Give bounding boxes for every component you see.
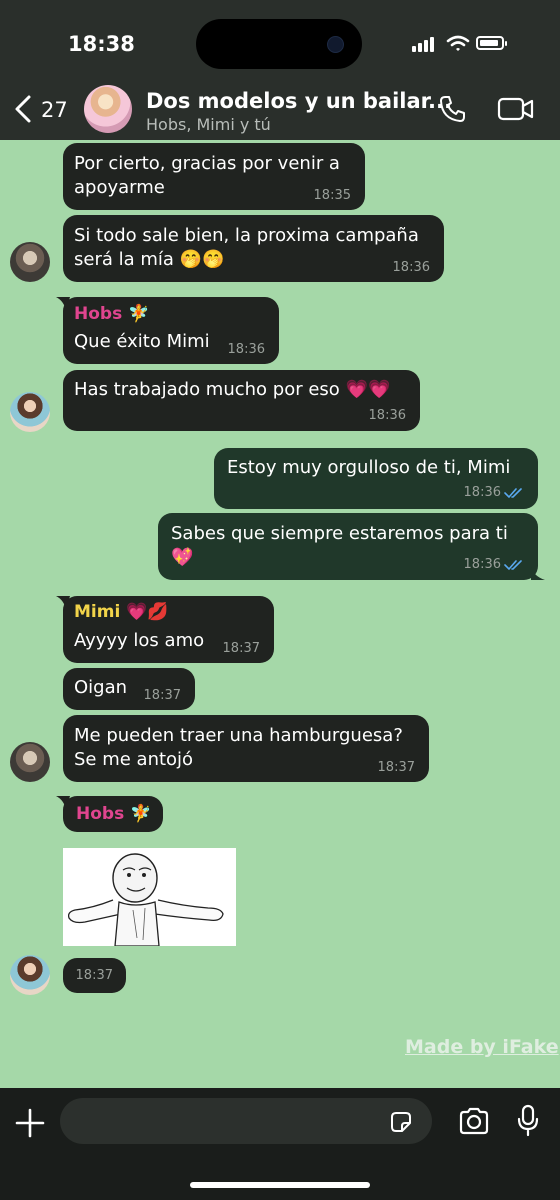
chat-participants[interactable]: Hobs, Mimi y tú: [146, 115, 271, 134]
sticker-icon[interactable]: [389, 1110, 413, 1134]
back-chevron-icon[interactable]: [13, 94, 33, 124]
bubble-tail: [531, 566, 545, 580]
message-text: será la mía 🤭🤭: [74, 249, 225, 270]
avatar[interactable]: [10, 955, 50, 995]
phone-call-icon[interactable]: [438, 94, 468, 124]
sender-name[interactable]: Mimi 💗💋: [74, 601, 169, 623]
signal-icon: [412, 36, 438, 52]
wifi-icon: [446, 35, 470, 51]
avatar[interactable]: [10, 742, 50, 782]
status-bar: 18:38: [0, 0, 560, 80]
plus-icon[interactable]: [15, 1108, 45, 1138]
message-text: Me pueden traer una hamburguesa?: [74, 725, 403, 746]
message-text: Se me antojó: [74, 749, 194, 770]
message-text: Por cierto, gracias por venir a: [74, 153, 340, 174]
message-time-text: 18:36: [463, 485, 501, 500]
chat-title[interactable]: Dos modelos y un bailar...: [146, 89, 452, 113]
message-bubble-incoming[interactable]: Si todo sale bien, la proxima campaña se…: [63, 215, 444, 282]
avatar[interactable]: [10, 392, 50, 432]
message-text: Estoy muy orgulloso de ti, Mimi: [227, 457, 511, 478]
microphone-icon[interactable]: [516, 1104, 540, 1138]
message-text: Si todo sale bien, la proxima campaña: [74, 225, 419, 246]
message-bubble-incoming[interactable]: 18:37: [63, 958, 126, 993]
watermark: Made by iFake: [405, 1036, 559, 1058]
message-bubble-outgoing[interactable]: Estoy muy orgulloso de ti, Mimi 18:36: [214, 448, 538, 509]
message-time: 18:36: [368, 408, 406, 423]
composer-bar: [0, 1088, 560, 1200]
video-call-icon[interactable]: [497, 96, 535, 122]
message-time: 18:37: [75, 968, 113, 983]
camera-icon[interactable]: [458, 1107, 490, 1135]
avatar[interactable]: [10, 242, 50, 282]
message-bubble-incoming[interactable]: Hobs 🧚: [56, 796, 163, 832]
message-text: 💖: [171, 547, 194, 568]
message-bubble-incoming[interactable]: Por cierto, gracias por venir a apoyarme…: [63, 143, 365, 210]
message-bubble-incoming[interactable]: Oigan 18:37: [63, 668, 195, 710]
message-bubble-incoming[interactable]: Hobs 🧚 Que éxito Mimi 18:36: [56, 297, 279, 364]
read-receipt-icon: [504, 487, 522, 498]
message-input[interactable]: [60, 1098, 432, 1144]
sender-name[interactable]: Hobs 🧚: [76, 803, 151, 825]
meme-image[interactable]: [63, 848, 236, 946]
message-time-text: 18:36: [463, 557, 501, 572]
message-time: 18:36: [464, 485, 524, 501]
message-text: Sabes que siempre estaremos para ti: [171, 523, 508, 544]
message-text: Que éxito Mimi: [74, 331, 210, 352]
message-time: 18:36: [227, 342, 265, 357]
camera-dot: [327, 36, 344, 53]
message-text: Ayyyy los amo: [74, 630, 205, 651]
chat-header: 27 Dos modelos y un bailar... Hobs, Mimi…: [0, 80, 560, 140]
sender-name[interactable]: Hobs 🧚: [74, 303, 149, 325]
message-time: 18:36: [464, 557, 524, 573]
status-time: 18:38: [68, 32, 135, 56]
message-text: Oigan: [74, 677, 128, 698]
message-bubble-incoming[interactable]: Mimi 💗💋 Ayyyy los amo 18:37: [56, 596, 274, 663]
message-bubble-incoming[interactable]: Me pueden traer una hamburguesa? Se me a…: [63, 715, 429, 782]
message-text: apoyarme: [74, 177, 165, 198]
bubble-tail: [56, 796, 70, 810]
battery-icon: [476, 36, 507, 50]
message-bubble-outgoing[interactable]: Sabes que siempre estaremos para ti 💖 18…: [158, 513, 545, 580]
message-time: 18:37: [143, 688, 181, 703]
back-unread-count[interactable]: 27: [41, 98, 68, 122]
message-time: 18:36: [392, 260, 430, 275]
group-avatar[interactable]: [84, 85, 132, 133]
message-time: 18:37: [222, 641, 260, 656]
message-time: 18:37: [377, 760, 415, 775]
message-bubble-incoming[interactable]: Has trabajado mucho por eso 💗💗 18:36: [63, 370, 420, 431]
message-time: 18:35: [313, 188, 351, 203]
bubble-tail: [56, 297, 70, 311]
dynamic-island: [196, 19, 362, 69]
read-receipt-icon: [504, 559, 522, 570]
bubble-tail: [56, 596, 70, 610]
home-indicator: [190, 1182, 370, 1188]
message-text: Has trabajado mucho por eso 💗💗: [74, 379, 391, 400]
